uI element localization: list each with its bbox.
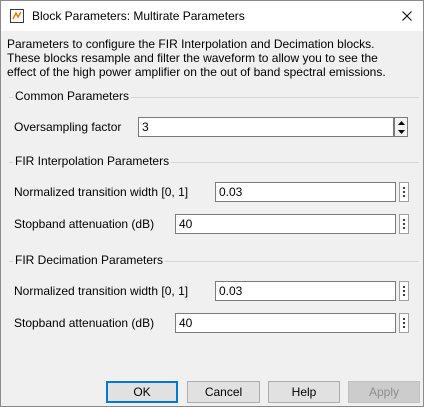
spin-up-icon <box>397 120 405 125</box>
decim-stopband-more-button[interactable] <box>399 313 409 333</box>
more-options-icon <box>403 326 405 328</box>
more-options-icon <box>403 195 405 197</box>
decim-transition-width-label: Normalized transition width [0, 1] <box>14 284 189 298</box>
more-options-icon <box>403 294 405 296</box>
spin-down-button[interactable] <box>395 127 407 136</box>
interp-stopband-more-button[interactable] <box>399 214 409 234</box>
interp-transition-width-input[interactable]: 0.03 <box>215 182 396 202</box>
help-button[interactable]: Help <box>268 381 340 403</box>
block-description: Parameters to configure the FIR Interpol… <box>7 37 386 79</box>
more-options-icon <box>403 227 405 229</box>
ok-button[interactable]: OK <box>106 381 178 403</box>
window-title: Block Parameters: Multirate Parameters <box>32 9 245 23</box>
dialog-window: Block Parameters: Multirate Parameters P… <box>0 0 424 407</box>
group-title: Common Parameters <box>13 89 132 103</box>
group-title: FIR Interpolation Parameters <box>13 154 172 168</box>
cancel-button[interactable]: Cancel <box>187 381 260 403</box>
more-options-icon <box>403 322 405 324</box>
interp-stopband-input[interactable]: 40 <box>175 214 396 234</box>
more-options-icon <box>403 318 405 320</box>
more-options-icon <box>403 191 405 193</box>
simulink-block-icon <box>10 9 24 23</box>
oversampling-factor-label: Oversampling factor <box>14 120 122 134</box>
oversampling-factor-input[interactable]: 3 <box>138 117 394 137</box>
spin-up-button[interactable] <box>395 118 407 127</box>
close-button[interactable] <box>391 1 423 31</box>
more-options-icon <box>403 286 405 288</box>
decim-transition-width-input[interactable]: 0.03 <box>215 281 396 301</box>
interp-transition-width-label: Normalized transition width [0, 1] <box>14 185 189 199</box>
oversampling-spinner[interactable] <box>394 117 408 137</box>
more-options-icon <box>403 223 405 225</box>
decim-stopband-input[interactable]: 40 <box>175 313 396 333</box>
close-icon <box>402 11 412 21</box>
group-title: FIR Decimation Parameters <box>13 253 166 267</box>
interp-transition-more-button[interactable] <box>399 182 409 202</box>
decim-transition-more-button[interactable] <box>399 281 409 301</box>
spin-down-icon <box>397 129 405 134</box>
more-options-icon <box>403 290 405 292</box>
title-bar: Block Parameters: Multirate Parameters <box>1 1 423 31</box>
interp-stopband-label: Stopband attenuation (dB) <box>14 217 155 231</box>
decim-stopband-label: Stopband attenuation (dB) <box>14 316 155 330</box>
more-options-icon <box>403 187 405 189</box>
apply-button[interactable]: Apply <box>348 381 420 403</box>
more-options-icon <box>403 219 405 221</box>
